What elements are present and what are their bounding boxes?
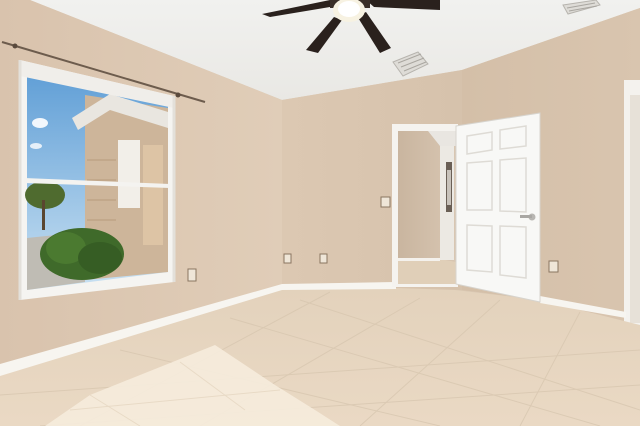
room-photo bbox=[0, 0, 640, 426]
wall-outlet bbox=[187, 268, 197, 282]
wall-outlet bbox=[548, 260, 559, 273]
light-switch bbox=[380, 196, 391, 208]
window bbox=[18, 60, 176, 300]
open-door bbox=[455, 112, 541, 303]
wall-outlet bbox=[319, 253, 328, 264]
wall-outlet bbox=[283, 253, 292, 264]
hallway-doorway bbox=[392, 124, 458, 287]
